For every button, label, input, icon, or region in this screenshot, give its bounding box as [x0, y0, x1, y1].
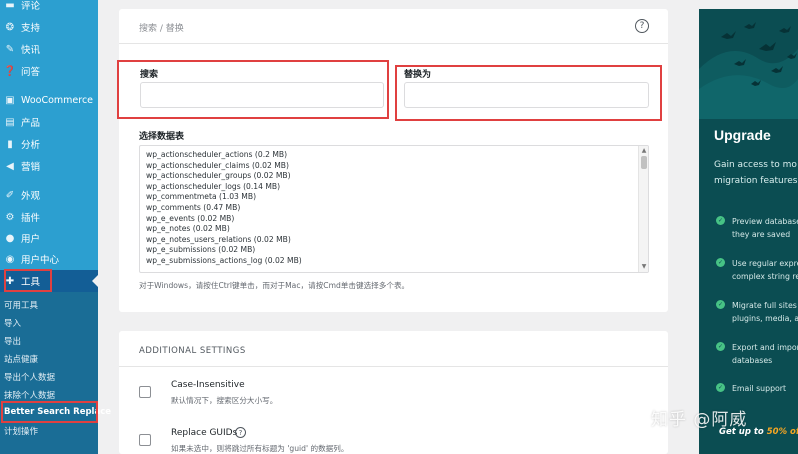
- table-option[interactable]: wp_actionscheduler_groups (0.02 MB): [146, 171, 642, 182]
- feature-line-2: plugins, media, a: [732, 314, 798, 323]
- select-tables-label: 选择数据表: [139, 132, 185, 142]
- sidebar-item-user-center[interactable]: ◉ 用户中心: [0, 249, 98, 269]
- sidebar-item-comments[interactable]: ▬ 评论: [0, 0, 98, 15]
- chart-icon: ▮: [7, 138, 13, 150]
- scroll-thumb[interactable]: [641, 156, 647, 169]
- replace-label: 替换为: [404, 70, 432, 80]
- panel-divider: [119, 43, 668, 44]
- pin-icon: ✎: [5, 43, 15, 55]
- tables-list: wp_actionscheduler_actions (0.2 MB) wp_ac…: [140, 146, 648, 271]
- tables-hint: 对于Windows，请按住Ctrl键单击，而对于Mac，请按Cmd单击键选择多个…: [139, 281, 410, 290]
- submenu-export-personal-data[interactable]: 导出个人数据: [4, 371, 55, 383]
- settings-title: ADDITIONAL SETTINGS: [139, 346, 246, 356]
- sidebar-item-appearance[interactable]: ✐ 外观: [0, 185, 98, 205]
- megaphone-icon: ◀: [6, 160, 14, 172]
- upgrade-intro-line-1: Gain access to mo: [714, 160, 797, 170]
- submenu-import[interactable]: 导入: [4, 317, 21, 329]
- search-label: 搜索: [140, 70, 159, 80]
- tools-annotation-box: [4, 269, 52, 292]
- check-icon: ✓: [716, 342, 725, 351]
- upgrade-title: Upgrade: [714, 127, 771, 143]
- tables-listbox[interactable]: wp_actionscheduler_actions (0.2 MB) wp_ac…: [139, 145, 649, 273]
- sidebar-item-marketing[interactable]: ◀ 营销: [0, 156, 98, 176]
- plugin-icon: ⚙: [5, 211, 15, 223]
- case-insensitive-checkbox[interactable]: [139, 386, 151, 398]
- table-option[interactable]: wp_e_submissions (0.02 MB): [146, 245, 642, 256]
- table-option[interactable]: wp_e_events (0.02 MB): [146, 214, 642, 225]
- feature-line-1: Migrate full sites: [732, 301, 797, 310]
- feature-line-2: they are saved: [732, 230, 791, 239]
- check-icon: ✓: [716, 258, 725, 267]
- additional-settings-panel: ADDITIONAL SETTINGS Case-Insensitive 默认情…: [119, 331, 668, 454]
- replace-input[interactable]: [404, 82, 649, 108]
- sidebar-item-qa[interactable]: ❓ 问答: [0, 61, 98, 81]
- submenu-scheduled-actions[interactable]: 计划操作: [4, 425, 38, 437]
- table-option[interactable]: wp_comments (0.47 MB): [146, 203, 642, 214]
- question-icon: ❓: [3, 65, 17, 77]
- bsr-annotation-box: [1, 401, 98, 423]
- search-replace-panel: 搜索 / 替换 ? 搜索 替换为 选择数据表 wp_actionschedule…: [117, 9, 668, 312]
- breadcrumb: 搜索 / 替换: [139, 24, 184, 34]
- upgrade-panel: Upgrade Gain access to mo migration feat…: [699, 9, 798, 454]
- table-option[interactable]: wp_actionscheduler_claims (0.02 MB): [146, 161, 642, 172]
- check-icon: ✓: [716, 216, 725, 225]
- sidebar-item-woocommerce[interactable]: ▣ WooCommerce: [0, 90, 98, 110]
- scroll-down-arrow-icon[interactable]: ▼: [640, 263, 648, 271]
- listbox-scrollbar[interactable]: ▲ ▼: [638, 146, 648, 272]
- feature-line-1: Export and impor: [732, 343, 798, 352]
- admin-sidebar: ▬ 评论 ❂ 支持 ✎ 快讯 ❓ 问答 ▣ WooCommerce ▤ 产品 ▮…: [0, 0, 111, 454]
- case-insensitive-desc: 默认情况下，搜索区分大小写。: [171, 396, 278, 405]
- replace-guids-title: Replace GUIDs: [171, 428, 238, 438]
- replace-guids-checkbox[interactable]: [139, 434, 151, 446]
- woocommerce-icon: ▣: [5, 94, 15, 106]
- table-option[interactable]: wp_e_submissions_actions_log (0.02 MB): [146, 256, 642, 267]
- archive-icon: ▤: [5, 116, 15, 128]
- sidebar-item-users[interactable]: ● 用户: [0, 228, 98, 248]
- case-insensitive-title: Case-Insensitive: [171, 380, 245, 390]
- submenu-site-health[interactable]: 站点健康: [4, 353, 38, 365]
- check-icon: ✓: [716, 383, 725, 392]
- settings-divider: [119, 366, 668, 367]
- feature-line-1: Use regular expre: [732, 259, 798, 268]
- discount-amount: 50% off: [766, 427, 798, 437]
- submenu-erase-personal-data[interactable]: 抹除个人数据: [4, 389, 55, 401]
- check-icon: ✓: [716, 300, 725, 309]
- sidebar-item-plugins[interactable]: ⚙ 插件: [0, 207, 98, 227]
- guid-help-icon[interactable]: ?: [235, 427, 246, 438]
- birds-illustration: [699, 22, 798, 119]
- user-center-icon: ◉: [5, 253, 15, 265]
- zhihu-watermark: 知乎 @阿威: [651, 410, 748, 430]
- table-option[interactable]: wp_commentmeta (1.03 MB): [146, 192, 642, 203]
- replace-guids-desc: 如果未选中，则将跳过所有标题为 'guid' 的数据列。: [171, 444, 349, 453]
- feature-line-1: Email support: [732, 384, 787, 393]
- sidebar-item-products[interactable]: ▤ 产品: [0, 112, 98, 132]
- table-option[interactable]: wp_e_notes (0.02 MB): [146, 224, 642, 235]
- search-input[interactable]: [140, 82, 384, 108]
- scroll-up-arrow-icon[interactable]: ▲: [640, 147, 648, 155]
- sidebar-item-support[interactable]: ❂ 支持: [0, 17, 98, 37]
- feature-line-2: complex string re: [732, 272, 798, 281]
- table-option[interactable]: wp_actionscheduler_logs (0.14 MB): [146, 182, 642, 193]
- table-option[interactable]: wp_e_notes_users_relations (0.02 MB): [146, 235, 642, 246]
- feature-line-2: databases: [732, 356, 773, 365]
- submenu-export[interactable]: 导出: [4, 335, 21, 347]
- lifebuoy-icon: ❂: [5, 21, 15, 33]
- help-icon[interactable]: ?: [635, 19, 649, 33]
- feature-line-1: Preview database: [732, 217, 798, 226]
- brush-icon: ✐: [5, 189, 15, 201]
- sidebar-item-analytics[interactable]: ▮ 分析: [0, 134, 98, 154]
- user-icon: ●: [5, 232, 15, 244]
- submenu-available-tools[interactable]: 可用工具: [4, 299, 38, 311]
- table-option[interactable]: wp_actionscheduler_actions (0.2 MB): [146, 150, 642, 161]
- sidebar-item-news[interactable]: ✎ 快讯: [0, 39, 98, 59]
- comment-icon: ▬: [5, 0, 15, 11]
- upgrade-intro-line-2: migration features: [714, 176, 798, 186]
